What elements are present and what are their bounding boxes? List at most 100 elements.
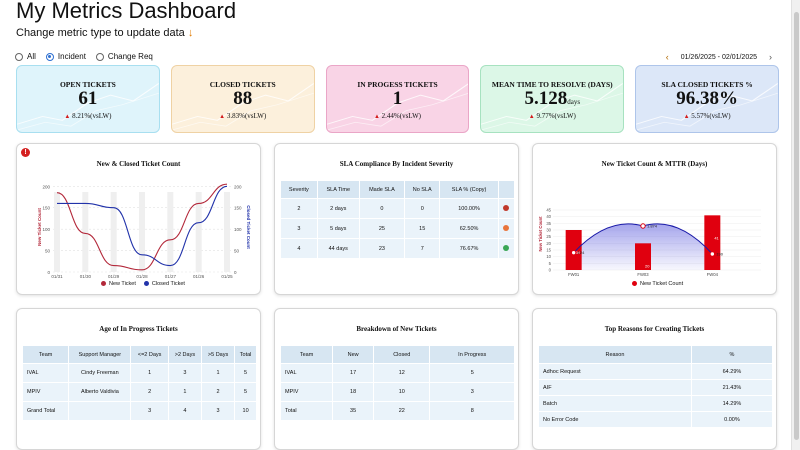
mttr-point[interactable]	[570, 249, 577, 256]
table-cell: 5	[234, 382, 257, 402]
table-row[interactable]: MPIV Alberto Valdivia 2 1 2 5	[21, 382, 257, 402]
vertical-scrollbar[interactable]	[791, 0, 800, 450]
table-row[interactable]: No Error Code 0.00%	[538, 411, 774, 428]
col-header[interactable]: Made SLA	[358, 180, 406, 199]
kpi-card[interactable]: MEAN TIME TO RESOLVE (DAYS) 5.128days ▲ 9.…	[480, 65, 625, 133]
table-cell: 12	[373, 363, 431, 383]
radio-circle-icon[interactable]	[95, 52, 104, 61]
table-header-row: Team New Closed In Progress	[279, 345, 515, 364]
legend-label: New Ticket	[109, 281, 136, 287]
table-row[interactable]: Adhoc Request 64.29%	[538, 363, 774, 380]
date-range-label[interactable]: 01/26/2025 - 02/01/2025	[681, 54, 757, 61]
radio-incident[interactable]: Incident	[45, 52, 86, 61]
chevron-right-icon[interactable]: ›	[769, 52, 772, 62]
col-header[interactable]: %	[690, 345, 774, 364]
table-cell: 1	[200, 363, 236, 383]
radio-change-req[interactable]: Change Req	[95, 52, 153, 61]
col-header[interactable]: Team	[21, 345, 70, 364]
scrollbar-thumb[interactable]	[794, 12, 799, 440]
radio-circle-icon[interactable]	[15, 52, 23, 61]
table-row[interactable]: AIF 21.43%	[538, 379, 774, 396]
table-cell: MPIV	[21, 382, 70, 402]
kpi-card[interactable]: OPEN TICKETS 61 ▲ 8.21%(vsLW)	[16, 65, 160, 133]
card-title: Age of In Progress Tickets	[99, 325, 178, 333]
mttr-point[interactable]	[640, 223, 646, 229]
mttr-point[interactable]	[709, 251, 716, 257]
col-header[interactable]: Closed	[373, 345, 431, 364]
col-header[interactable]: Support Manager	[68, 345, 132, 364]
col-header[interactable]: Reason	[538, 345, 692, 364]
table-cell: 5	[234, 363, 257, 383]
legend-new-ticket[interactable]: New Ticket	[101, 281, 136, 287]
col-header[interactable]: In Progress	[429, 345, 515, 364]
chevron-left-icon[interactable]: ‹	[666, 52, 669, 62]
col-header[interactable]: SLA Time	[316, 180, 360, 199]
table-header-row: Team Support Manager <=2 Days >2 Days >5…	[21, 345, 257, 364]
check-circle-icon	[503, 245, 510, 252]
triangle-up-icon: ▲	[683, 114, 690, 120]
radio-all[interactable]: All	[15, 52, 36, 61]
background-bar	[54, 192, 60, 272]
col-header[interactable]: Total	[234, 345, 257, 364]
card-title: SLA Compliance By Incident Severity	[339, 160, 454, 168]
table-cell: 17	[332, 363, 375, 383]
col-header[interactable]: <=2 Days	[130, 345, 169, 364]
col-header[interactable]: New	[332, 345, 375, 364]
table-cell: 1	[167, 382, 203, 402]
radio-label-change-req: Change Req	[107, 52, 153, 61]
table-cell: 3	[280, 218, 318, 239]
legend-new-ticket-count[interactable]: New Ticket Count	[632, 281, 683, 287]
background-bar	[167, 192, 174, 272]
y-tick-label: 10	[546, 254, 551, 259]
kpi-delta: ▲ 3.83%(vsLW)	[172, 112, 314, 120]
table-cell: 4	[280, 238, 318, 259]
card-title: Top Reasons for Creating Tickets	[604, 325, 705, 333]
legend-closed-ticket[interactable]: Closed Ticket	[143, 281, 185, 287]
y-tick-label-right: 150	[234, 206, 242, 211]
triangle-up-icon: ▲	[528, 114, 535, 120]
table-cell: 2	[130, 382, 169, 402]
sla-table: Severity SLA Time Made SLA No SLA SLA % …	[280, 180, 516, 259]
table-cell: 100.00%	[439, 198, 499, 219]
kpi-delta-text: 9.77%(vsLW)	[536, 112, 576, 120]
table-cell: 7	[404, 238, 441, 259]
y-tick-label: 35	[546, 221, 551, 226]
col-header[interactable]: SLA % (Copy)	[439, 180, 499, 199]
reasons-table: Reason % Adhoc Request 64.29% AIF 21.43% Bat…	[538, 345, 774, 428]
table-row[interactable]: 4 44 days 23 7 76.67%	[280, 238, 516, 259]
col-header[interactable]: Team	[279, 345, 334, 364]
table-row[interactable]: 35 days 25 15 62.50%	[280, 218, 516, 239]
col-header[interactable]: >5 Days	[200, 345, 236, 364]
col-header[interactable]: >2 Days	[167, 345, 203, 364]
table-row[interactable]: Grand Total 3 4 3 10	[21, 401, 257, 421]
chart-legend: New Ticket Closed Ticket	[101, 281, 185, 287]
table-cell: Alberto Valdivia	[68, 382, 132, 402]
col-header[interactable]: Severity	[280, 180, 318, 199]
kpi-card[interactable]: CLOSED TICKETS 88 ▲ 3.83%(vsLW)	[170, 65, 315, 133]
kpi-card[interactable]: SLA CLOSED TICKETS % 96.38% ▲ 5.57%(vsLW)	[635, 65, 779, 133]
warning-circle-icon	[503, 225, 510, 232]
table-row[interactable]: Batch 14.29%	[538, 395, 774, 412]
bar[interactable]	[704, 215, 721, 270]
table-row[interactable]: Total 35 22 8	[279, 401, 515, 421]
table-cell: 23	[358, 238, 406, 259]
table-row[interactable]: MPIV 18 10 3	[279, 382, 515, 402]
x-tick-label: 01/31	[51, 274, 63, 279]
x-tick-label: FW01	[568, 272, 580, 277]
x-circle-icon	[503, 205, 510, 212]
table-row[interactable]: IVAL Cindy Freeman 1 3 1 5	[21, 363, 257, 383]
col-header[interactable]: No SLA	[404, 180, 441, 199]
table-cell: 44 days	[316, 238, 360, 259]
kpi-value: 1	[327, 89, 469, 112]
radio-checked-icon[interactable]	[45, 52, 54, 61]
table-row[interactable]: 22 days 0 0 100.00%	[280, 198, 516, 219]
table-cell: Batch	[538, 395, 692, 412]
kpi-card[interactable]: IN PROGESS TICKETS 1 ▲ 2.44%(vsLW)	[325, 65, 470, 133]
table-cell: MPIV	[279, 382, 334, 402]
kpi-delta: ▲ 9.77%(vsLW)	[481, 112, 623, 120]
y-tick-label: 45	[546, 208, 551, 213]
table-row[interactable]: IVAL 17 12 5	[279, 363, 515, 383]
table-cell: 21.43%	[690, 379, 774, 396]
table-cell: 2 days	[316, 198, 360, 219]
metric-type-filter: All Incident Change Req	[15, 52, 153, 61]
